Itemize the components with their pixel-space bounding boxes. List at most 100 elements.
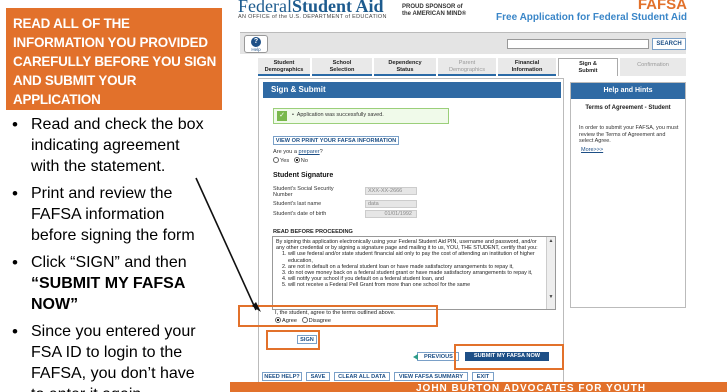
- save-button[interactable]: SAVE: [306, 372, 330, 381]
- view-print-fafsa-button[interactable]: VIEW OR PRINT YOUR FAFSA INFORMATION: [273, 136, 399, 145]
- agreement-item: will not receive a Federal Pell Grant fr…: [288, 282, 541, 288]
- no-label: No: [300, 158, 308, 164]
- scroll-down-icon[interactable]: ▼: [547, 293, 555, 301]
- footer-banner: JOHN BURTON ADVOCATES FOR YOUTH: [230, 382, 727, 392]
- bullet-item: • Print and review the FAFSA information…: [8, 183, 230, 246]
- hints-body: In order to submit your FAFSA, you must …: [579, 125, 679, 144]
- tab-school-selection[interactable]: School Selection: [312, 58, 372, 76]
- agreement-scrollbar[interactable]: ▲ ▼: [546, 237, 555, 309]
- tab-financial-information[interactable]: Financial Information: [498, 58, 556, 76]
- bullet-line: indicating agreement: [31, 137, 180, 154]
- agreement-list: will use federal and/or state student fi…: [288, 251, 541, 288]
- bullet-line: Read and check the box: [31, 116, 204, 133]
- student-signature-heading: Student Signature: [273, 172, 334, 179]
- bullet-dot-icon: •: [12, 253, 18, 272]
- fafsa-tagline: Free Application for Federal Student Aid: [496, 12, 687, 23]
- heading-line: AND SUBMIT YOUR: [13, 73, 137, 88]
- bullet-item: • Click “SIGN” and then “SUBMIT MY FAFSA…: [8, 252, 230, 315]
- heading-line: INFORMATION YOU PROVIDED: [13, 35, 208, 50]
- footer-banner-text: JOHN BURTON ADVOCATES FOR YOUTH: [416, 383, 647, 392]
- bullet-line: FSA ID to login to the: [31, 344, 183, 361]
- tab-label: Status: [396, 66, 414, 73]
- hints-heading: Help and Hints: [571, 83, 685, 99]
- bullet-dot-icon: •: [12, 115, 18, 134]
- hints-title: Terms of Agreement - Student: [585, 105, 671, 111]
- exit-button[interactable]: EXIT: [472, 372, 494, 381]
- previous-label: PREVIOUS: [424, 354, 453, 360]
- last-name-label: Student's last name: [273, 201, 322, 207]
- tab-label: Demographics: [448, 66, 486, 73]
- progress-tabs: Student Demographics School Selection De…: [258, 58, 686, 76]
- agreement-text-box[interactable]: By signing this application electronical…: [272, 236, 556, 310]
- help-icon: ?: [251, 37, 261, 47]
- sponsor-line: PROUD SPONSOR of: [402, 4, 463, 10]
- preparer-no-radio[interactable]: [293, 157, 300, 163]
- agreement-item: will use federal and/or state student fi…: [288, 251, 541, 263]
- slide-panel: READ ALL OF THE INFORMATION YOU PROVIDED…: [0, 0, 228, 392]
- bullet-line: FAFSA, you don’t have: [31, 365, 195, 382]
- instruction-heading-box: READ ALL OF THE INFORMATION YOU PROVIDED…: [6, 8, 222, 110]
- tab-label: Information: [511, 66, 543, 73]
- search-input[interactable]: [507, 39, 649, 49]
- preparer-q-suffix: ?: [319, 149, 323, 155]
- hints-more-link[interactable]: More>>>: [581, 147, 603, 153]
- ssn-field[interactable]: XXX-XX-2666: [365, 187, 417, 195]
- help-label: Help: [251, 47, 261, 52]
- fafsa-header: FederalStudent Aid AN OFFICE of the U.S.…: [230, 0, 727, 30]
- logo-subtitle: AN OFFICE of the U.S. DEPARTMENT of EDUC…: [238, 14, 387, 20]
- heading-line: CAREFULLY BEFORE YOU SIGN: [13, 54, 217, 69]
- sign-callout-box: [266, 330, 320, 350]
- sponsor-text: PROUD SPONSOR of the AMERICAN MIND®: [402, 4, 466, 18]
- tab-label: Confirmation: [637, 62, 669, 68]
- last-name-field[interactable]: data: [365, 200, 417, 208]
- bullet-line: with the statement.: [31, 158, 166, 175]
- bullet-item: • Since you entered your FSA ID to login…: [8, 321, 230, 392]
- success-text: • Application was successfully saved.: [292, 112, 384, 118]
- tab-confirmation[interactable]: Confirmation: [620, 58, 686, 76]
- checkmark-icon: ✓: [277, 111, 287, 121]
- fafsa-toolbar: ? Help SEARCH: [240, 32, 686, 54]
- ssn-label-line: Number: [273, 192, 293, 198]
- ssn-label: Student's Social Security Number: [273, 186, 334, 198]
- agreement-intro: By signing this application electronical…: [276, 239, 538, 252]
- help-button[interactable]: ? Help: [244, 35, 268, 53]
- scroll-up-icon[interactable]: ▲: [547, 237, 555, 245]
- submit-callout-box: [454, 344, 564, 370]
- preparer-question: Are you a preparer?: [273, 149, 323, 155]
- instruction-bullets: • Read and check the box indicating agre…: [8, 114, 230, 392]
- bullet-line: Since you entered your: [31, 323, 196, 340]
- tab-label: Demographics: [264, 66, 304, 73]
- bullet-line: FAFSA information: [31, 206, 165, 223]
- previous-arrow-icon: [413, 354, 418, 360]
- read-before-proceeding: READ BEFORE PROCEEDING: [273, 229, 353, 235]
- bullet-line-bold: “SUBMIT MY FAFSA: [31, 275, 186, 292]
- yes-label: Yes: [280, 158, 290, 164]
- tab-student-demographics[interactable]: Student Demographics: [258, 58, 310, 76]
- bullet-dot-icon: •: [12, 184, 18, 203]
- preparer-link[interactable]: preparer: [299, 149, 320, 155]
- clear-all-data-button[interactable]: CLEAR ALL DATA: [334, 372, 390, 381]
- preparer-yes-radio[interactable]: [273, 157, 279, 163]
- heading-line: READ ALL OF THE: [13, 16, 130, 31]
- tab-dependency-status[interactable]: Dependency Status: [374, 58, 436, 76]
- previous-button[interactable]: PREVIOUS: [413, 352, 459, 361]
- bullet-line-bold: NOW”: [31, 296, 79, 313]
- dob-label: Student's date of birth: [273, 211, 327, 217]
- need-help-button[interactable]: NEED HELP?: [262, 372, 302, 381]
- tab-sign-submit[interactable]: Sign & Submit: [558, 58, 618, 76]
- preparer-radio-group: Yes No: [273, 157, 308, 164]
- bullet-dot-icon: •: [12, 322, 18, 341]
- bullet-line: to enter it again.: [31, 384, 230, 392]
- dob-field[interactable]: 01/01/1992: [365, 210, 417, 218]
- search-button[interactable]: SEARCH: [652, 38, 686, 50]
- view-fafsa-summary-button[interactable]: VIEW FAFSA SUMMARY: [394, 372, 468, 381]
- success-message: ✓ • Application was successfully saved.: [273, 108, 449, 124]
- sponsor-line: the AMERICAN MIND®: [402, 11, 467, 17]
- bullet-line: Print and review the: [31, 185, 173, 202]
- tab-label: Selection: [329, 66, 355, 73]
- tab-parent-demographics[interactable]: Parent Demographics: [438, 58, 496, 76]
- preparer-q-prefix: Are you a: [273, 149, 299, 155]
- tab-label: Submit: [578, 67, 598, 74]
- help-hints-panel: Help and Hints Terms of Agreement - Stud…: [570, 82, 686, 308]
- agree-callout-box: [238, 305, 438, 327]
